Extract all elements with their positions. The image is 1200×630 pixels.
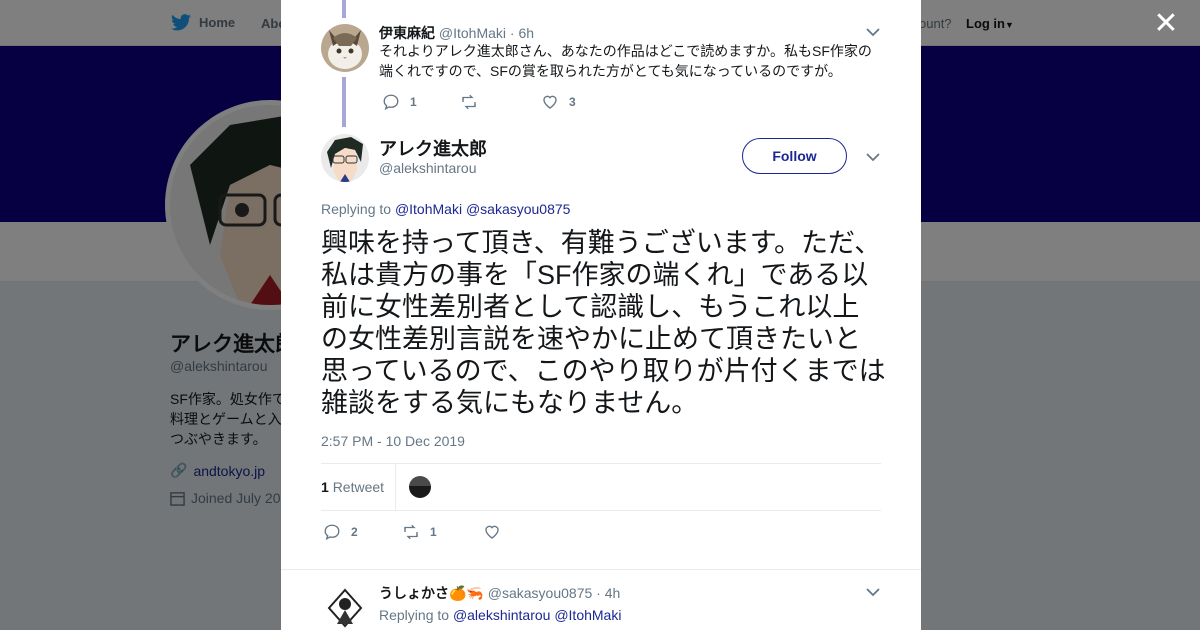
retweeter-avatar[interactable] — [409, 476, 431, 498]
author-name[interactable]: アレク進太郎 — [379, 135, 487, 161]
replying-to-line: Replying to @ItohMaki @sakasyou0875 — [321, 201, 570, 217]
author-handle[interactable]: @alekshintarou — [379, 160, 477, 176]
thread-connector-line — [342, 77, 346, 127]
like-count: 3 — [569, 95, 576, 109]
chevron-down-icon[interactable] — [866, 152, 880, 162]
mention-link[interactable]: @ItohMaki — [395, 201, 462, 217]
reply-icon — [324, 524, 340, 541]
retweet-icon — [462, 94, 476, 110]
mention-link[interactable]: @sakasyou0875 — [466, 201, 571, 217]
chevron-down-icon[interactable] — [866, 587, 880, 597]
tweet-permalink-modal: 伊東麻紀 @ItohMaki · 6h それよりアレク進太郎さん、あなたの作品は… — [281, 0, 921, 630]
reply-count: 1 — [410, 95, 417, 109]
tweet-timestamp[interactable]: 2:57 PM - 10 Dec 2019 — [321, 433, 465, 449]
heart-icon — [543, 95, 557, 109]
author-name[interactable]: うしょかさ — [379, 585, 449, 601]
tweet-header: うしょかさ🍊🦐 @sakasyou0875 · 4h — [379, 583, 620, 603]
retweet-button[interactable]: 1 — [402, 523, 437, 541]
tweet-separator — [281, 560, 921, 570]
thread-connector-line — [342, 0, 346, 18]
retweet-icon — [404, 524, 418, 540]
like-button[interactable] — [483, 523, 501, 541]
retweet-stat[interactable]: 1 Retweet — [321, 479, 384, 495]
reply-button[interactable]: 1 — [382, 93, 417, 111]
tweet-time[interactable]: · 6h — [510, 25, 534, 41]
retweet-label: Retweet — [332, 479, 385, 495]
avatar[interactable] — [321, 24, 369, 72]
chevron-down-icon[interactable] — [866, 27, 880, 37]
close-icon[interactable]: ✕ — [1152, 9, 1180, 39]
replying-prefix: Replying to — [321, 201, 392, 217]
reply-icon — [383, 94, 399, 111]
tweet-text: 興味を持って頂き、有難うございます。ただ、私は貴方の事を「SF作家の端くれ」であ… — [321, 228, 886, 418]
author-handle[interactable]: @ItohMaki — [439, 25, 506, 41]
author-handle[interactable]: @sakasyou0875 — [488, 585, 593, 601]
retweet-button[interactable] — [460, 93, 478, 111]
tweet-time[interactable]: · 4h — [596, 585, 620, 601]
illustrated-character-avatar-image — [321, 584, 369, 630]
author-name-emoji: 🍊🦐 — [449, 585, 484, 601]
like-button[interactable]: 3 — [541, 93, 576, 111]
avatar[interactable] — [321, 134, 369, 182]
tweet-stats: 1 Retweet — [321, 463, 881, 511]
reply-count: 2 — [351, 525, 358, 539]
retweet-count: 1 — [430, 525, 437, 539]
mention-link[interactable]: @ItohMaki — [554, 607, 621, 623]
replying-to-line: Replying to @alekshintarou @ItohMaki — [379, 607, 621, 623]
follow-button[interactable]: Follow — [742, 138, 847, 174]
stats-divider — [395, 464, 396, 510]
mention-link[interactable]: @alekshintarou — [453, 607, 551, 623]
reply-button[interactable]: 2 — [323, 523, 358, 541]
avatar[interactable] — [321, 584, 369, 630]
tweet-header: 伊東麻紀 @ItohMaki · 6h — [379, 23, 534, 43]
author-name[interactable]: 伊東麻紀 — [379, 25, 435, 41]
replying-prefix: Replying to — [379, 607, 450, 623]
retweet-count: 1 — [321, 479, 329, 495]
tweet-text: それよりアレク進太郎さん、あなたの作品はどこで読めますか。私もSF作家の端くれで… — [379, 43, 872, 79]
anime-character-avatar-image — [321, 134, 369, 182]
heart-icon — [485, 525, 499, 539]
cat-avatar-image — [321, 24, 369, 72]
